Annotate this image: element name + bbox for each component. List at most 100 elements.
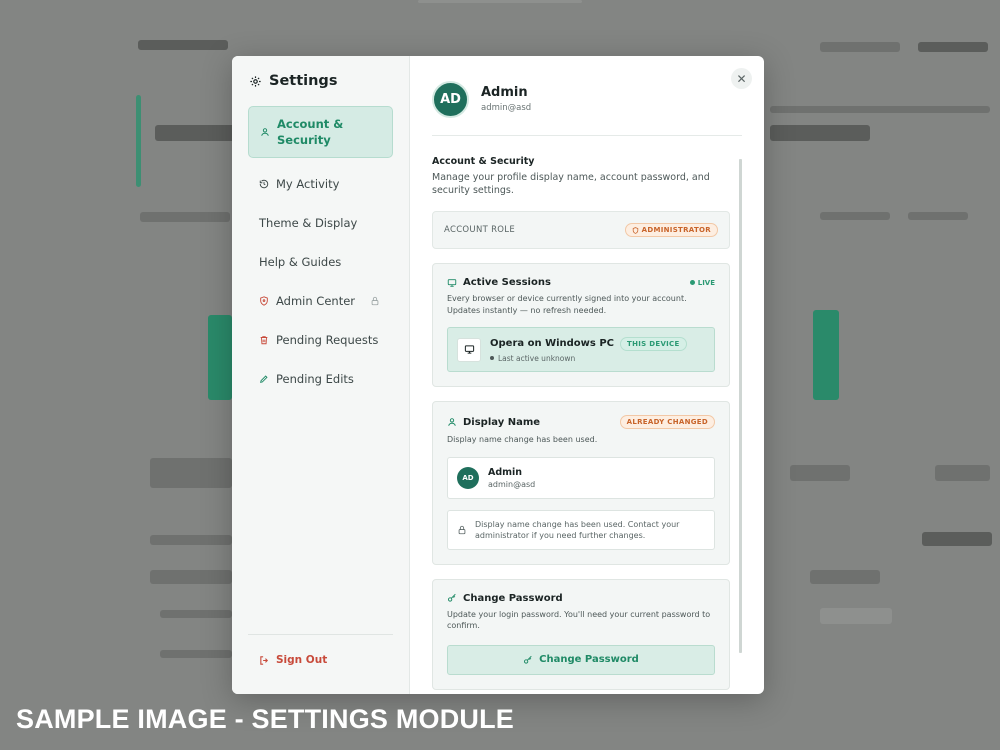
- section-title: Account & Security: [432, 156, 535, 167]
- bg-chart-bar: [813, 310, 839, 400]
- display-name-card: Display Name ALREADY CHANGED Display nam…: [432, 401, 730, 565]
- bg-header-item: [918, 42, 988, 52]
- settings-title: Settings: [249, 73, 393, 89]
- profile-header: AD Admin admin@asd: [432, 79, 742, 119]
- bg-chart-bar: [208, 315, 232, 400]
- profile-name: Admin: [481, 85, 528, 100]
- gear-icon: [250, 75, 261, 87]
- settings-nav: Account & Security My Activity Theme & D…: [248, 106, 393, 398]
- bg-table-cell: [820, 608, 892, 624]
- lock-icon: [458, 525, 466, 534]
- current-name: Admin: [488, 466, 523, 478]
- live-label: LIVE: [697, 278, 715, 287]
- account-role-label: ACCOUNT ROLE: [444, 225, 516, 235]
- session-last-active: Last active unknown: [498, 353, 576, 363]
- monitor-icon: [464, 345, 474, 354]
- close-button[interactable]: ✕: [731, 68, 752, 89]
- already-changed-badge: ALREADY CHANGED: [619, 415, 715, 429]
- sidebar-item-label: Theme & Display: [259, 215, 358, 230]
- bg-text: [922, 532, 992, 546]
- lock-note-text: Display name change has been used. Conta…: [475, 519, 680, 540]
- bg-heading: [155, 125, 235, 141]
- trash-icon: [260, 335, 268, 344]
- bg-table-header: [810, 570, 880, 584]
- shield-icon: [632, 226, 638, 234]
- settings-content: ✕ AD Admin admin@asd Account & Security …: [410, 56, 764, 694]
- display-name-lock-note: Display name change has been used. Conta…: [447, 509, 715, 550]
- sidebar-item-admin-center[interactable]: Admin Center: [248, 281, 393, 320]
- bg-text: [908, 212, 968, 220]
- change-password-button[interactable]: Change Password: [447, 644, 715, 675]
- user-icon: [448, 418, 456, 426]
- account-role-row: ACCOUNT ROLE ADMINISTRATOR: [432, 211, 730, 249]
- user-icon: [261, 128, 269, 136]
- change-password-card: Change Password Update your login passwo…: [432, 578, 730, 690]
- active-sessions-title: Active Sessions: [447, 277, 551, 288]
- settings-title-text: Settings: [269, 73, 338, 89]
- bg-text: [140, 212, 230, 222]
- avatar: AD: [432, 80, 469, 118]
- bg-button: [935, 465, 990, 481]
- bg-table-header: [150, 570, 232, 584]
- settings-modal: Settings Account & Security My Activity …: [232, 56, 764, 694]
- sidebar-item-label: Account & Security: [277, 117, 344, 147]
- settings-sidebar: Settings Account & Security My Activity …: [232, 56, 410, 694]
- change-password-description: Update your login password. You'll need …: [447, 609, 711, 631]
- image-caption: SAMPLE IMAGE - SETTINGS MODULE: [16, 704, 515, 734]
- change-password-title: Change Password: [447, 593, 715, 604]
- sign-out-button[interactable]: Sign Out: [259, 654, 327, 666]
- bg-button: [790, 465, 850, 481]
- bg-text: [770, 106, 990, 113]
- current-display-name: AD Admin admin@asd: [447, 456, 715, 499]
- change-password-title-text: Change Password: [463, 592, 563, 604]
- key-icon: [448, 593, 456, 602]
- active-sessions-title-text: Active Sessions: [463, 277, 551, 288]
- bg-table-cell: [160, 610, 232, 618]
- bg-panel: [150, 458, 232, 488]
- sidebar-item-label: Admin Center: [276, 293, 356, 308]
- sign-out-icon: [260, 655, 269, 665]
- sidebar-item-label: Pending Edits: [276, 371, 354, 386]
- display-name-title-text: Display Name: [463, 416, 541, 428]
- live-dot-icon: [689, 280, 695, 285]
- sidebar-item-label: Pending Requests: [276, 332, 379, 347]
- this-device-badge: THIS DEVICE: [620, 336, 687, 351]
- bg-table-cell: [160, 650, 232, 658]
- sign-out-label: Sign Out: [276, 654, 328, 666]
- active-sessions-description: Every browser or device currently signed…: [447, 294, 687, 315]
- divider: [432, 135, 742, 136]
- current-email: admin@asd: [488, 479, 536, 489]
- scrollbar-thumb[interactable]: [739, 159, 742, 653]
- active-sessions-card: Active Sessions LIVE Every browser or de…: [432, 263, 730, 387]
- section-description: Manage your profile display name, accoun…: [432, 172, 710, 196]
- sidebar-divider: [248, 634, 393, 635]
- sidebar-item-pending-edits[interactable]: Pending Edits: [248, 359, 393, 398]
- bg-text: [150, 535, 232, 545]
- shield-icon: [260, 295, 268, 306]
- sidebar-item-theme-display[interactable]: Theme & Display: [248, 203, 393, 242]
- sidebar-item-account-security[interactable]: Account & Security: [248, 106, 393, 158]
- sidebar-item-help-guides[interactable]: Help & Guides: [248, 242, 393, 281]
- bg-logo: [138, 40, 228, 50]
- session-item[interactable]: Opera on Windows PC THIS DEVICE Last act…: [447, 327, 715, 372]
- change-password-button-label: Change Password: [539, 654, 639, 665]
- sidebar-item-label: Help & Guides: [259, 254, 342, 269]
- account-security-panel: Account & Security Manage your profile d…: [432, 156, 730, 690]
- bg-text: [820, 212, 890, 220]
- live-indicator: LIVE: [689, 278, 715, 287]
- sidebar-item-label: My Activity: [276, 176, 340, 191]
- bg-heading: [770, 125, 870, 141]
- display-name-title: Display Name: [447, 417, 540, 428]
- pencil-icon: [260, 374, 268, 383]
- sidebar-item-pending-requests[interactable]: Pending Requests: [248, 320, 393, 359]
- role-badge-label: ADMINISTRATOR: [641, 226, 711, 234]
- history-icon: [259, 179, 269, 188]
- status-dot-icon: [490, 356, 494, 360]
- scrollbar[interactable]: [739, 159, 742, 653]
- sidebar-item-my-activity[interactable]: My Activity: [248, 164, 393, 203]
- session-device-name: Opera on Windows PC: [490, 338, 615, 349]
- monitor-icon: [447, 278, 457, 287]
- key-icon: [524, 655, 532, 664]
- avatar: AD: [457, 466, 479, 489]
- profile-email: admin@asd: [481, 103, 532, 113]
